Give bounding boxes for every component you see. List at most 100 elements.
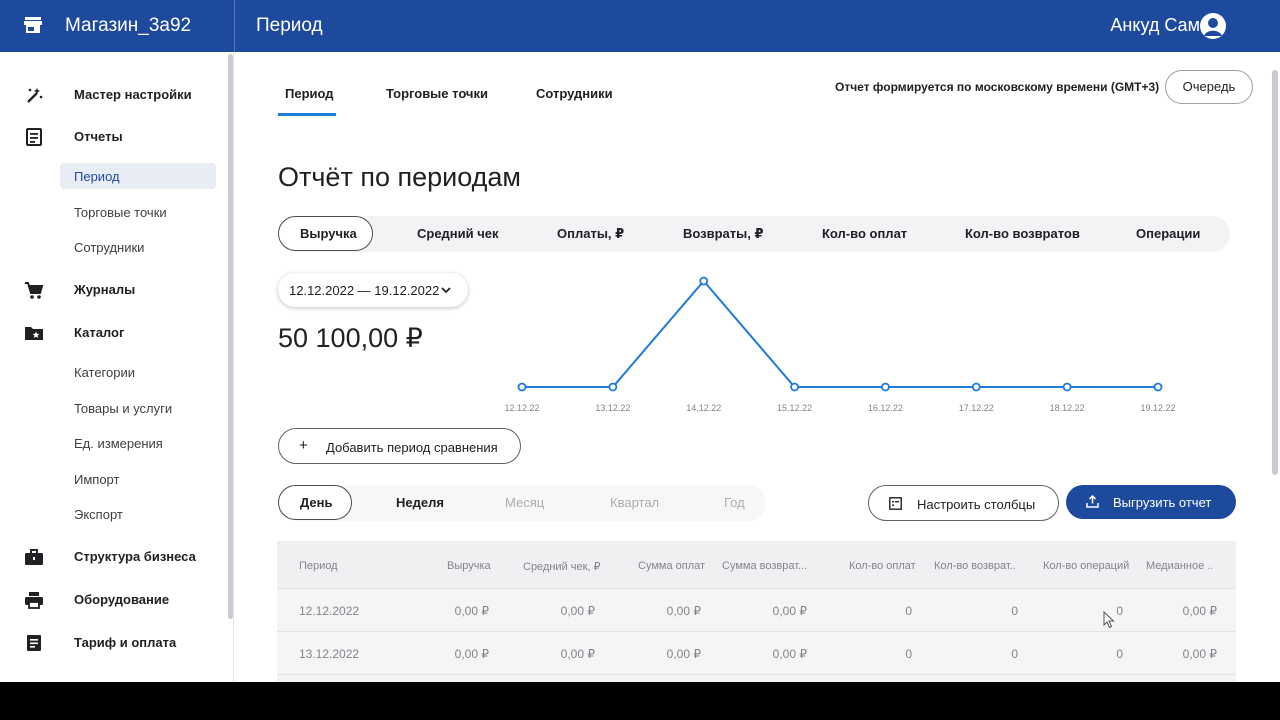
column-header[interactable]: Средний чек, ₽ — [523, 560, 601, 573]
column-header[interactable]: Кол-во операций — [1043, 560, 1129, 572]
data-point[interactable] — [971, 382, 981, 392]
report-icon — [26, 128, 42, 146]
data-point[interactable] — [790, 382, 799, 392]
table-cell: 0,00 ₽ — [560, 647, 595, 661]
column-header[interactable]: Кол-во оплат — [849, 560, 916, 572]
sidebar-subitem-label: Торговые точки — [74, 205, 167, 220]
data-point[interactable] — [1153, 382, 1163, 392]
sidebar-item-label: Отчеты — [74, 129, 123, 144]
x-tick-label: 14.12.22 — [686, 403, 721, 413]
table-cell: 0,00 ₽ — [772, 647, 807, 661]
briefcase-icon — [25, 549, 43, 565]
sidebar-scrollbar[interactable] — [228, 54, 233, 619]
store-name[interactable]: Магазин_3а92 — [65, 15, 191, 37]
main-scrollbar[interactable] — [1272, 70, 1278, 475]
upload-icon — [1086, 495, 1099, 508]
table-row[interactable]: 12.12.2022 0,00 ₽ 0,00 ₽ 0,00 ₽ 0,00 ₽ 0… — [277, 589, 1236, 632]
add-comparison-button[interactable]: + Добавить период сравнения — [278, 428, 521, 464]
sidebar-item-tariff[interactable]: Тариф и оплата — [0, 628, 228, 658]
metric-returns[interactable]: Возвраты, ₽ — [683, 226, 764, 242]
magic-wand-icon — [27, 88, 43, 103]
x-tick-label: 17.12.22 — [959, 403, 994, 413]
period-day[interactable]: День — [300, 495, 333, 510]
tab-employees[interactable]: Сотрудники — [536, 86, 613, 101]
x-tick-label: 19.12.22 — [1140, 403, 1175, 413]
sidebar-item-journals[interactable]: Журналы — [0, 275, 228, 305]
sidebar-subitem-export[interactable]: Экспорт — [60, 501, 216, 527]
bottom-black-bar — [0, 682, 1280, 720]
sidebar-subitem-units[interactable]: Ед. измерения — [60, 430, 216, 456]
receipt-icon — [27, 635, 41, 651]
table-cell: 0 — [905, 604, 912, 618]
table-cell: 0 — [1011, 604, 1018, 618]
sidebar-item-label: Журналы — [74, 282, 136, 297]
column-header[interactable]: Период — [299, 560, 338, 572]
configure-columns-button[interactable]: Настроить столбцы — [868, 485, 1059, 521]
table-cell: 0 — [905, 647, 912, 661]
sidebar-item-label: Оборудование — [74, 592, 170, 607]
export-report-label: Выгрузить отчет — [1113, 495, 1212, 510]
sidebar-subitem-label: Ед. измерения — [74, 436, 163, 451]
top-bar: Магазин_3а92 Период Анкуд Сами — [0, 0, 1280, 52]
table-cell: 0,00 ₽ — [666, 604, 701, 618]
sidebar-subitem-employees[interactable]: Сотрудники — [60, 234, 216, 260]
date-range-picker[interactable]: 12.12.2022 — 19.12.2022 — [278, 273, 468, 307]
sidebar-subitem-import[interactable]: Импорт — [60, 466, 216, 492]
sidebar-item-label: Тариф и оплата — [74, 635, 177, 650]
sidebar-subitem-goods[interactable]: Товары и услуги — [60, 395, 216, 421]
metric-payments[interactable]: Оплаты, ₽ — [557, 226, 624, 242]
column-header[interactable]: Медианное ... — [1146, 560, 1212, 572]
period-week[interactable]: Неделя — [396, 495, 444, 510]
sidebar-subitem-outlets[interactable]: Торговые точки — [60, 199, 216, 225]
table-cell: 0 — [1011, 647, 1018, 661]
store-icon[interactable] — [24, 16, 42, 34]
data-point[interactable] — [881, 382, 890, 392]
data-point[interactable] — [1062, 382, 1072, 392]
report-table: Период Выручка Средний чек, ₽ Сумма опла… — [277, 541, 1236, 682]
x-tick-label: 13.12.22 — [595, 403, 630, 413]
sidebar-item-catalog[interactable]: Каталог — [0, 318, 228, 348]
folder-star-icon — [25, 327, 43, 340]
table-cell: 0,00 ₽ — [772, 604, 807, 618]
cart-icon — [25, 282, 44, 299]
sidebar-item-business-structure[interactable]: Структура бизнеса — [0, 542, 228, 572]
metric-average-check[interactable]: Средний чек — [417, 226, 499, 241]
queue-button[interactable]: Очередь — [1165, 70, 1253, 104]
total-value: 50 100,00 ₽ — [278, 323, 423, 353]
metric-payments-count[interactable]: Кол-во оплат — [822, 226, 907, 241]
period-quarter[interactable]: Квартал — [610, 495, 659, 510]
column-header[interactable]: Выручка — [447, 560, 491, 572]
page-title: Период — [256, 15, 323, 36]
data-point[interactable] — [517, 382, 527, 392]
column-header[interactable]: Сумма оплат — [638, 560, 705, 572]
user-name[interactable]: Анкуд Сами — [1110, 15, 1210, 36]
tab-outlets[interactable]: Торговые точки — [386, 86, 488, 101]
sidebar-subitem-categories[interactable]: Категории — [60, 359, 216, 385]
table-cell: 0 — [1116, 604, 1123, 618]
table-cell: 0,00 ₽ — [1182, 604, 1217, 618]
metric-returns-count[interactable]: Кол-во возвратов — [965, 226, 1080, 241]
sidebar-item-reports[interactable]: Отчеты — [0, 122, 228, 152]
header-divider — [234, 0, 235, 52]
table-cell: 0,00 ₽ — [454, 604, 489, 618]
export-report-button[interactable]: Выгрузить отчет — [1066, 485, 1236, 519]
x-tick-label: 12.12.22 — [504, 403, 539, 413]
metric-operations[interactable]: Операции — [1136, 226, 1200, 241]
table-header: Период Выручка Средний чек, ₽ Сумма опла… — [277, 541, 1236, 589]
data-point[interactable] — [699, 276, 709, 286]
column-header[interactable]: Сумма возврат... — [722, 560, 808, 572]
sidebar-subitem-period[interactable]: Период — [60, 163, 216, 189]
chevron-down-icon — [441, 287, 451, 294]
sidebar-item-equipment[interactable]: Оборудование — [0, 585, 228, 615]
period-year[interactable]: Год — [724, 495, 745, 510]
sidebar-subitem-label: Товары и услуги — [74, 401, 173, 416]
data-point[interactable] — [608, 382, 618, 392]
avatar-icon[interactable] — [1200, 13, 1226, 39]
x-tick-label: 15.12.22 — [777, 403, 812, 413]
tab-period[interactable]: Период — [285, 86, 334, 101]
column-header[interactable]: Кол-во возврат... — [934, 560, 1016, 572]
table-row[interactable]: 13.12.2022 0,00 ₽ 0,00 ₽ 0,00 ₽ 0,00 ₽ 0… — [277, 632, 1236, 675]
sidebar-item-setup-wizard[interactable]: Мастер настройки — [0, 80, 228, 110]
period-month[interactable]: Месяц — [505, 495, 544, 510]
metric-revenue[interactable]: Выручка — [300, 226, 357, 241]
